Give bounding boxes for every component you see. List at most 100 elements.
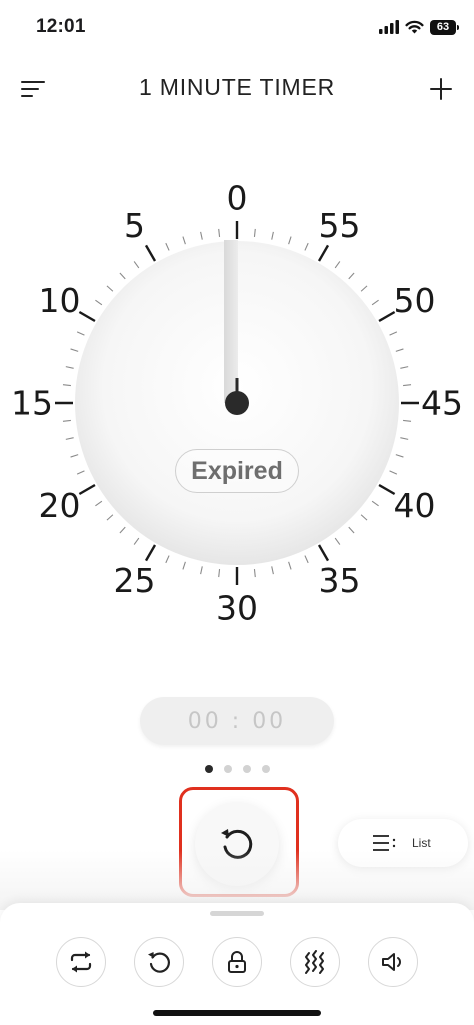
minor-tick (182, 561, 186, 570)
major-tick (317, 544, 330, 562)
minor-tick (304, 242, 309, 251)
status-time: 12:01 (36, 16, 86, 37)
minor-tick (106, 514, 114, 521)
home-indicator (153, 1010, 321, 1016)
dial-number: 50 (394, 281, 436, 320)
minor-tick (389, 470, 398, 475)
restart-icon (148, 952, 170, 973)
speaker-icon (382, 953, 401, 971)
major-tick (144, 544, 157, 562)
bottom-toolbar (0, 903, 474, 1025)
page-indicator (0, 765, 474, 773)
page-dot[interactable] (204, 765, 213, 773)
page-dot[interactable] (223, 765, 232, 773)
repeat-button[interactable] (56, 937, 106, 987)
minor-tick (304, 555, 309, 564)
vibration-button[interactable] (290, 937, 340, 987)
minor-tick (218, 228, 221, 237)
dial-number: 35 (319, 561, 361, 600)
minor-tick (253, 228, 256, 237)
dial-number: 20 (38, 486, 80, 525)
minor-tick (62, 384, 71, 387)
minor-tick (334, 537, 341, 545)
expired-status-badge: Expired (175, 449, 299, 493)
minor-tick (182, 236, 186, 245)
minor-tick (218, 569, 221, 578)
list-label: List (412, 836, 431, 850)
restart-button[interactable] (134, 937, 184, 987)
dial-hand-knob (225, 391, 249, 415)
major-tick (144, 244, 157, 262)
minor-tick (360, 514, 368, 521)
add-timer-button[interactable] (422, 70, 460, 108)
major-tick (78, 483, 96, 496)
dial-number: 40 (394, 486, 436, 525)
minor-tick (271, 566, 274, 575)
minor-tick (288, 236, 292, 245)
sound-button[interactable] (368, 937, 418, 987)
major-tick (378, 483, 396, 496)
minor-tick (165, 242, 170, 251)
dial-number: 30 (216, 589, 258, 628)
dial-number: 55 (319, 206, 361, 245)
dial-face: 0 5 10 15 20 25 30 35 40 45 50 55 (11, 179, 463, 628)
battery-icon: 63 (430, 19, 459, 35)
page-dot[interactable] (242, 765, 251, 773)
time-readout: 00 : 00 (140, 697, 334, 745)
major-tick (78, 310, 96, 323)
minor-tick (76, 470, 85, 475)
lock-icon (228, 951, 246, 973)
minor-tick (400, 366, 409, 369)
minor-tick (70, 348, 79, 352)
dial-number: 25 (114, 561, 156, 600)
dial-number: 0 (227, 179, 248, 218)
vibration-icon (305, 950, 324, 974)
page-dot[interactable] (261, 765, 270, 773)
lock-button[interactable] (212, 937, 262, 987)
minor-tick (271, 231, 274, 240)
minor-tick (95, 500, 103, 507)
major-tick (378, 310, 396, 323)
minor-tick (371, 500, 379, 507)
minor-tick (65, 437, 74, 440)
minor-tick (403, 419, 412, 422)
timer-dial[interactable]: 0 5 10 15 20 25 30 35 40 45 50 55 Expired (0, 160, 474, 650)
minor-tick (360, 285, 368, 292)
minor-tick (106, 285, 114, 292)
minor-tick (70, 454, 79, 458)
dial-number: 5 (124, 206, 145, 245)
minor-tick (253, 569, 256, 578)
status-bar: 12:01 63 (0, 0, 474, 56)
page-title: 1 MINUTE TIMER (138, 74, 336, 100)
minor-tick (95, 299, 103, 306)
dial-number: 10 (38, 281, 80, 320)
minor-tick (62, 419, 71, 422)
minor-tick (133, 537, 140, 545)
signal-icon (379, 20, 399, 34)
minor-tick (403, 384, 412, 387)
bottom-fade (0, 850, 474, 910)
minor-tick (200, 231, 203, 240)
minor-tick (400, 437, 409, 440)
dial-number: 45 (421, 384, 463, 423)
repeat-icon (70, 951, 92, 973)
minor-tick (334, 261, 341, 269)
minor-tick (348, 272, 355, 280)
minor-tick (119, 526, 126, 534)
minor-tick (65, 366, 74, 369)
status-icons: 63 (379, 17, 459, 37)
minor-tick (395, 348, 404, 352)
plus-icon (430, 78, 452, 100)
header: 1 MINUTE TIMER (0, 62, 474, 114)
minor-tick (119, 272, 126, 280)
sheet-grabber[interactable] (210, 911, 264, 916)
minor-tick (200, 566, 203, 575)
minor-tick (133, 261, 140, 269)
minor-tick (348, 526, 355, 534)
minor-tick (371, 299, 379, 306)
minor-tick (288, 561, 292, 570)
major-tick (317, 244, 330, 262)
dial-number: 15 (11, 384, 53, 423)
battery-level: 63 (436, 21, 450, 33)
minor-tick (389, 331, 398, 336)
